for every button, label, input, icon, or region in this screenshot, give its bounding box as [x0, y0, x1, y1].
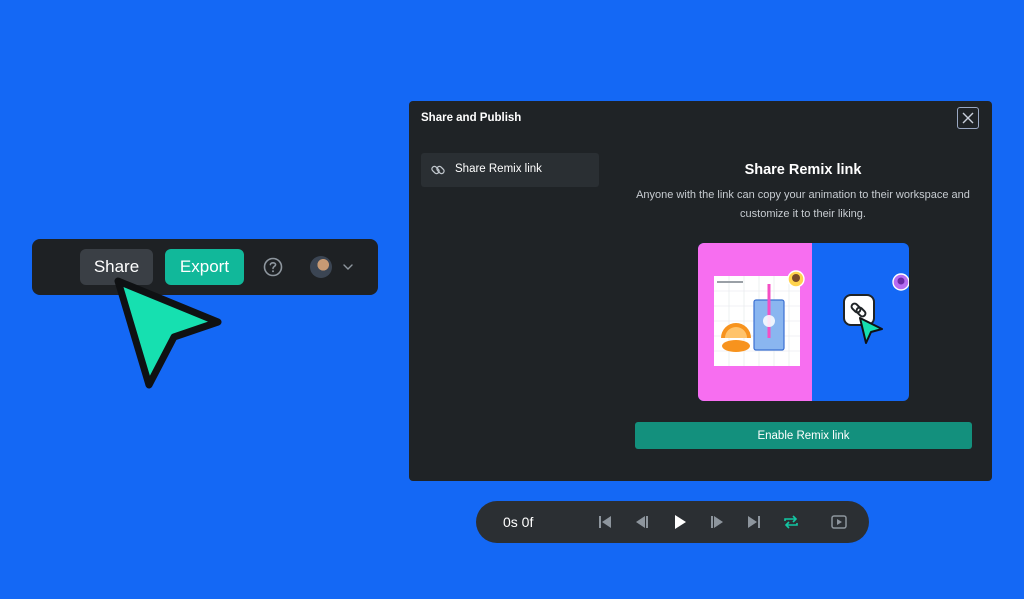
loop-icon[interactable] — [782, 513, 800, 531]
preview-icon[interactable] — [830, 513, 848, 531]
panel-description: Anyone with the link can copy your anima… — [636, 189, 970, 220]
link-icon — [431, 165, 445, 175]
sidebar-item-label: Share Remix link — [455, 163, 542, 175]
close-button[interactable] — [957, 107, 979, 129]
skip-to-end-icon[interactable] — [745, 513, 763, 531]
collaborator-avatar — [892, 273, 909, 291]
illustration-artboard — [714, 276, 800, 366]
skip-to-start-icon[interactable] — [596, 513, 614, 531]
panel-heading: Share Remix link — [744, 162, 862, 178]
play-icon[interactable] — [671, 513, 689, 531]
chevron-down-icon[interactable] — [342, 262, 354, 272]
share-publish-dialog: Share and Publish Share Remix link Share… — [409, 101, 992, 481]
time-readout: 0s 0f — [503, 514, 534, 530]
drink-illustration — [714, 276, 800, 366]
close-icon — [962, 112, 974, 124]
step-forward-icon[interactable] — [708, 513, 726, 531]
sidebar-item-share-remix-link[interactable]: Share Remix link — [421, 153, 599, 187]
mouse-pointer-icon — [114, 277, 222, 389]
enable-remix-link-button[interactable]: Enable Remix link — [635, 422, 972, 449]
remix-illustration — [698, 243, 909, 401]
step-back-icon[interactable] — [633, 513, 651, 531]
collaborator-avatar — [787, 270, 805, 288]
user-avatar[interactable] — [310, 256, 332, 278]
question-circle-icon[interactable] — [263, 257, 283, 277]
dialog-title: Share and Publish — [421, 112, 522, 124]
remix-link-icon — [843, 294, 883, 344]
playback-controls: 0s 0f — [476, 501, 869, 543]
